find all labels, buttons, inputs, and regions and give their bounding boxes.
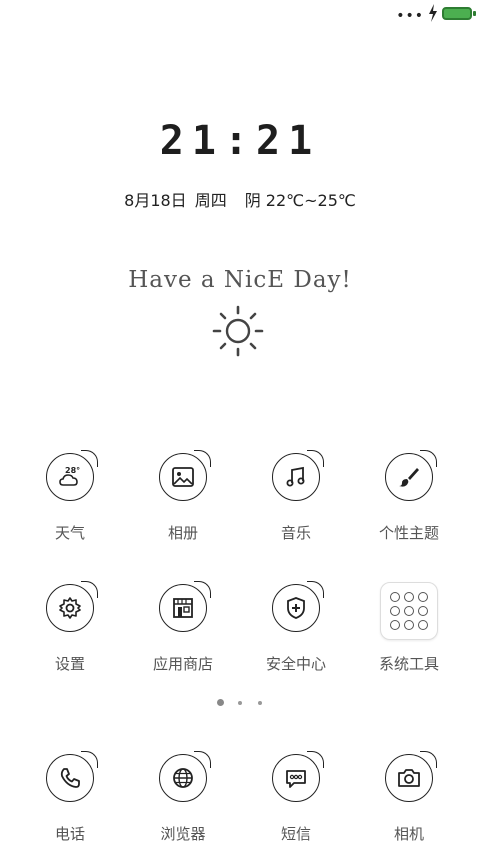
image-icon <box>159 450 211 501</box>
app-label: 系统工具 <box>378 655 439 673</box>
app-label: 相册 <box>167 524 198 542</box>
page-indicator[interactable] <box>0 698 480 710</box>
app-system-tools-folder[interactable]: 系统工具 <box>353 582 465 694</box>
app-security[interactable]: 安全中心 <box>240 581 352 694</box>
app-label: 应用商店 <box>152 655 213 673</box>
mini-app-icon <box>418 620 428 630</box>
weekday-text: 周四 <box>194 191 227 210</box>
bolt-icon <box>429 4 437 22</box>
app-label: 个性主题 <box>378 524 439 542</box>
motto-text: Have a NicE Day! <box>128 267 352 293</box>
mini-app-icon <box>390 620 400 630</box>
sun-doodle-icon <box>212 305 264 357</box>
app-label: 短信 <box>280 825 311 843</box>
home-screen: ••• 21:21 8月18日 周四阴 22℃~25℃ Have a NicE D… <box>0 0 480 853</box>
app-music[interactable]: 音乐 <box>240 450 352 563</box>
mini-app-icon <box>404 620 414 630</box>
folder-icon <box>380 582 438 640</box>
page-dot[interactable] <box>258 701 262 705</box>
app-camera[interactable]: 相机 <box>353 751 465 853</box>
shield-icon <box>272 581 324 632</box>
app-label: 安全中心 <box>265 655 326 673</box>
page-dot[interactable] <box>238 701 242 705</box>
app-label: 浏览器 <box>160 825 206 843</box>
phone-icon <box>46 751 98 802</box>
app-phone[interactable]: 电话 <box>14 751 126 853</box>
camera-icon <box>385 751 437 802</box>
app-label: 天气 <box>54 524 85 542</box>
mini-app-icon <box>418 606 428 616</box>
app-messages[interactable]: 短信 <box>240 751 352 853</box>
mini-app-icon <box>404 592 414 602</box>
app-label: 相机 <box>393 825 424 843</box>
mini-app-icon <box>404 606 414 616</box>
mini-app-icon <box>390 592 400 602</box>
music-note-icon <box>272 450 324 501</box>
weather-icon: 28° <box>46 450 98 501</box>
app-gallery[interactable]: 相册 <box>127 450 239 563</box>
weather-text: 阴 22℃~25℃ <box>244 191 356 210</box>
globe-icon <box>159 751 211 802</box>
app-browser[interactable]: 浏览器 <box>127 751 239 853</box>
clock-time[interactable]: 21:21 <box>0 118 480 164</box>
page-dot-active[interactable] <box>217 699 224 706</box>
date-weather-line[interactable]: 8月18日 周四阴 22℃~25℃ <box>0 187 480 211</box>
battery-tip <box>473 11 476 16</box>
app-themes[interactable]: 个性主题 <box>353 450 465 563</box>
app-label: 设置 <box>54 655 85 673</box>
app-weather[interactable]: 28° 天气 <box>14 450 126 563</box>
message-icon <box>272 751 324 802</box>
app-label: 电话 <box>54 825 85 843</box>
app-label: 音乐 <box>280 524 311 542</box>
status-bar: ••• <box>0 0 480 28</box>
store-icon <box>159 581 211 632</box>
signal-dots: ••• <box>396 8 424 24</box>
gear-icon <box>46 581 98 632</box>
paint-brush-icon <box>385 450 437 501</box>
battery-icon <box>442 7 472 20</box>
app-settings[interactable]: 设置 <box>14 581 126 694</box>
mini-app-icon <box>390 606 400 616</box>
mini-app-icon <box>418 592 428 602</box>
date-text: 8月18日 <box>124 191 187 210</box>
weather-badge: 28° <box>65 466 80 475</box>
app-store[interactable]: 应用商店 <box>127 581 239 694</box>
